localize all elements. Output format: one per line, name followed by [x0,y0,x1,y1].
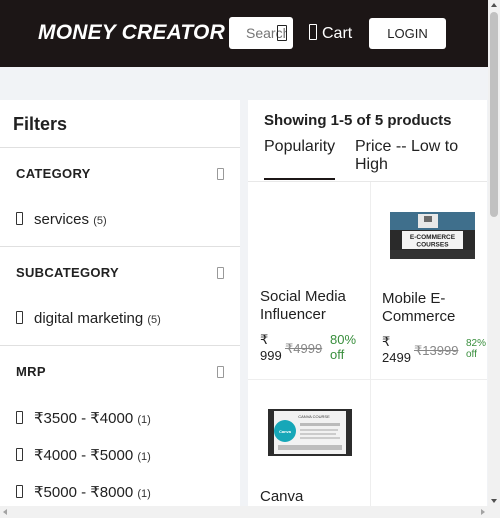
product-card[interactable]: Canva CANVA COURSE Canva [248,379,371,510]
filter-option-mrp[interactable]: ₹3500 - ₹4000 (1) [16,409,151,427]
svg-text:Canva: Canva [279,429,292,434]
login-button[interactable]: LOGIN [369,18,446,49]
scroll-right-arrow-icon[interactable] [481,509,485,515]
svg-text:CANVA COURSE: CANVA COURSE [298,414,330,419]
option-count: (1) [137,488,151,500]
currency-symbol: ₹ [382,334,391,349]
mrp-filter: MRP ₹3500 - ₹4000 (1) ₹4000 - ₹5000 (1) … [0,345,240,510]
tab-popularity[interactable]: Popularity [264,138,335,156]
product-card[interactable]: Social Media Influencer ₹999 ₹4999 80% o… [248,182,371,380]
checkbox[interactable] [16,411,23,424]
checkbox[interactable] [16,212,23,225]
filter-option-mrp[interactable]: ₹4000 - ₹5000 (1) [16,446,151,464]
product-name[interactable]: Mobile E-Commerce [382,290,482,326]
brand-logo[interactable]: MONEY CREATOR [38,21,225,45]
product-price: ₹2499 [382,334,412,366]
chevron-icon[interactable] [217,366,224,378]
product-mrp: ₹13999 [414,343,459,358]
svg-text:COURSES: COURSES [416,242,449,249]
checkbox[interactable] [16,311,23,324]
scroll-down-arrow-icon[interactable] [491,499,497,503]
filters-title: Filters [13,114,68,134]
canva-thumbnail: Canva CANVA COURSE [268,409,352,456]
product-image[interactable]: E-COMMERCE COURSES [390,212,475,259]
product-image[interactable]: Canva CANVA COURSE [268,409,352,456]
active-tab-indicator [264,178,335,180]
subcategory-filter: SUBCATEGORY digital marketing (5) [0,246,240,346]
option-label: ₹3500 - ₹4000 [34,410,134,427]
product-name[interactable]: Canva [260,488,365,506]
horizontal-scrollbar[interactable] [0,506,500,518]
filters-panel: Filters CATEGORY services (5) SUBCATEGOR… [0,100,240,510]
scroll-up-arrow-icon[interactable] [491,3,497,7]
product-mrp: ₹4999 [285,341,323,356]
ecommerce-thumbnail: E-COMMERCE COURSES [390,212,475,259]
top-nav-bar: MONEY CREATOR Cart LOGIN [0,0,488,67]
option-count: (5) [93,215,107,227]
results-count: Showing 1-5 of 5 products [264,112,452,129]
product-name[interactable]: Social Media Influencer [260,288,365,324]
svg-text:E-COMMERCE: E-COMMERCE [410,234,456,241]
tab-price-low-to-high[interactable]: Price -- Low to High [355,138,465,174]
option-label: services [34,211,90,228]
product-price: ₹999 [260,332,284,364]
search-icon[interactable] [277,25,287,41]
discount-label: 82% off [466,338,487,360]
search-box[interactable] [229,17,293,49]
option-count: (5) [147,314,161,326]
option-label: digital marketing [34,310,144,327]
filter-option-mrp[interactable]: ₹5000 - ₹8000 (1) [16,483,151,501]
products-panel: Showing 1-5 of 5 products Popularity Pri… [248,100,487,510]
product-card[interactable]: E-COMMERCE COURSES Mobile E-Commerce ₹24… [370,182,487,380]
checkbox[interactable] [16,448,23,461]
option-label: ₹4000 - ₹5000 [34,447,134,464]
currency-symbol: ₹ [260,332,269,347]
price-value: 2499 [382,350,411,365]
discount-label: 80% off [330,332,357,362]
scroll-left-arrow-icon[interactable] [3,509,7,515]
cart-icon [309,24,317,40]
mrp-heading[interactable]: MRP [16,364,46,379]
vertical-scrollbar[interactable] [488,0,500,506]
chevron-icon[interactable] [217,168,224,180]
cart-button[interactable]: Cart [309,24,352,43]
filter-option-digital-marketing[interactable]: digital marketing (5) [16,310,161,327]
chevron-icon[interactable] [217,267,224,279]
category-filter: CATEGORY services (5) [0,147,240,247]
subcategory-heading[interactable]: SUBCATEGORY [16,265,119,280]
checkbox[interactable] [16,485,23,498]
category-heading[interactable]: CATEGORY [16,166,91,181]
price-value: 999 [260,348,282,363]
vertical-scroll-thumb[interactable] [490,12,498,217]
option-count: (1) [137,451,151,463]
product-card[interactable] [370,379,487,510]
option-label: ₹5000 - ₹8000 [34,484,134,501]
filter-option-services[interactable]: services (5) [16,211,107,228]
cart-label: Cart [322,25,353,42]
option-count: (1) [137,414,151,426]
